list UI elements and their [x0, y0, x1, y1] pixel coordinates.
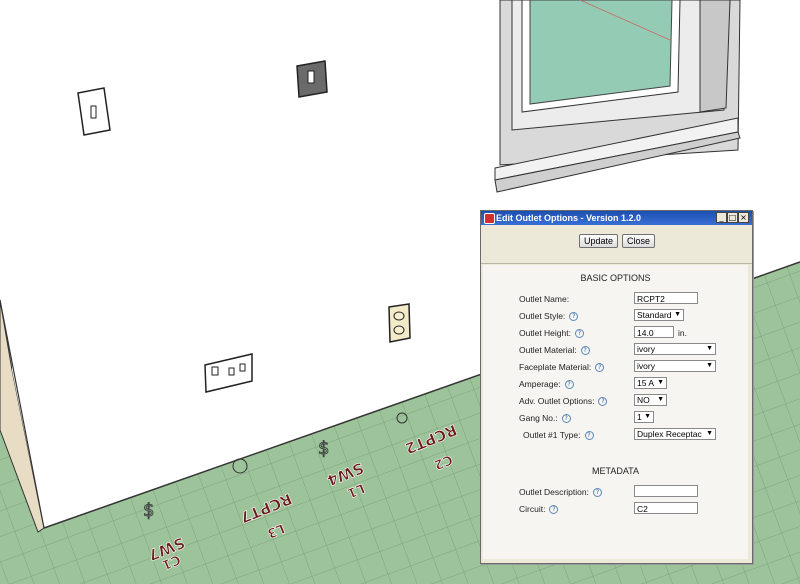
options-panel: BASIC OPTIONS Outlet Name: RCPT2 Outlet … — [483, 265, 748, 559]
update-button[interactable]: Update — [579, 234, 619, 248]
help-icon[interactable]: ? — [584, 431, 594, 440]
dialog-title: Edit Outlet Options - Version 1.2.0 — [496, 213, 642, 223]
help-icon[interactable]: ? — [580, 346, 590, 355]
light-switch[interactable] — [77, 87, 111, 136]
maximize-button[interactable]: □ — [727, 212, 738, 223]
circuit-label: Circuit:? — [519, 504, 559, 514]
dropdown-arrow-icon: ▼ — [644, 413, 651, 420]
dropdown-arrow-icon: ▼ — [657, 396, 664, 403]
help-icon[interactable]: ? — [549, 505, 559, 514]
dropdown-arrow-icon: ▼ — [706, 362, 713, 369]
close-button[interactable]: Close — [622, 234, 656, 248]
outlet-description-input[interactable] — [634, 485, 698, 497]
dark-switch-plate[interactable] — [296, 60, 328, 98]
gang-no-select[interactable]: 1 ▼ — [634, 411, 654, 423]
circuit-input[interactable]: C2 — [634, 502, 698, 514]
adv-outlet-options-label: Adv. Outlet Options:? — [519, 396, 608, 406]
adv-outlet-options-select[interactable]: NO ▼ — [634, 394, 667, 406]
outlet-height-input[interactable]: 14.0 — [634, 326, 674, 338]
help-icon[interactable]: ? — [598, 397, 608, 406]
faceplate-material-select[interactable]: ivory ▼ — [634, 360, 716, 372]
help-icon[interactable]: ? — [569, 312, 579, 321]
dialog-toolbar: Update Close — [481, 225, 752, 264]
help-icon[interactable]: ? — [561, 414, 571, 423]
faceplate-material-label: Faceplate Material:? — [519, 362, 605, 372]
close-window-button[interactable]: × — [738, 212, 749, 223]
height-unit: in. — [678, 328, 687, 338]
dialog-titlebar[interactable]: Edit Outlet Options - Version 1.2.0 _ □ … — [481, 211, 752, 225]
duplex-receptacle[interactable] — [388, 303, 411, 343]
amperage-select[interactable]: 15 A ▼ — [634, 377, 667, 389]
dropdown-arrow-icon: ▼ — [706, 430, 713, 437]
outlet-style-label: Outlet Style:? — [519, 311, 579, 321]
gang-no-label: Gang No.:? — [519, 413, 571, 423]
svg-text:$: $ — [143, 500, 154, 521]
dropdown-arrow-icon: ▼ — [706, 345, 713, 352]
metadata-heading: METADATA — [592, 466, 639, 476]
outlet-material-select[interactable]: ivory ▼ — [634, 343, 716, 355]
outlet-material-label: Outlet Material:? — [519, 345, 590, 355]
dropdown-arrow-icon: ▼ — [657, 379, 664, 386]
minimize-button[interactable]: _ — [716, 212, 727, 223]
outlet1-type-select[interactable]: Duplex Receptac ▼ — [634, 428, 716, 440]
dropdown-arrow-icon: ▼ — [674, 311, 681, 318]
outlet-style-select[interactable]: Standard ▼ — [634, 309, 684, 321]
outlet-name-input[interactable]: RCPT2 — [634, 292, 698, 304]
basic-options-heading: BASIC OPTIONS — [580, 273, 651, 283]
outlet1-type-label: Outlet #1 Type:? — [523, 430, 594, 440]
help-icon[interactable]: ? — [595, 363, 605, 372]
amperage-label: Amperage:? — [519, 379, 574, 389]
help-icon[interactable]: ? — [564, 380, 574, 389]
svg-text:$: $ — [318, 438, 329, 459]
outlet-description-label: Outlet Description:? — [519, 487, 602, 497]
help-icon[interactable]: ? — [574, 329, 584, 338]
outlet-name-label: Outlet Name: — [519, 294, 570, 304]
app-icon — [484, 213, 495, 224]
help-icon[interactable]: ? — [592, 488, 602, 497]
outlet-height-label: Outlet Height:? — [519, 328, 584, 338]
edit-outlet-options-dialog: Edit Outlet Options - Version 1.2.0 _ □ … — [480, 210, 753, 564]
